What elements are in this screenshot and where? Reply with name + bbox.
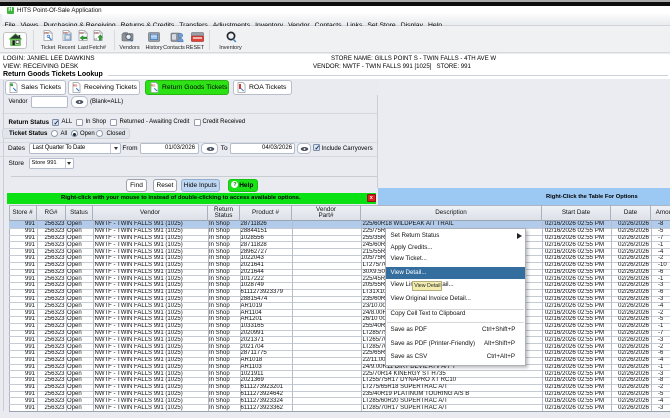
svg-text:RG: RG — [151, 83, 156, 87]
svg-text:LK: LK — [94, 37, 97, 41]
